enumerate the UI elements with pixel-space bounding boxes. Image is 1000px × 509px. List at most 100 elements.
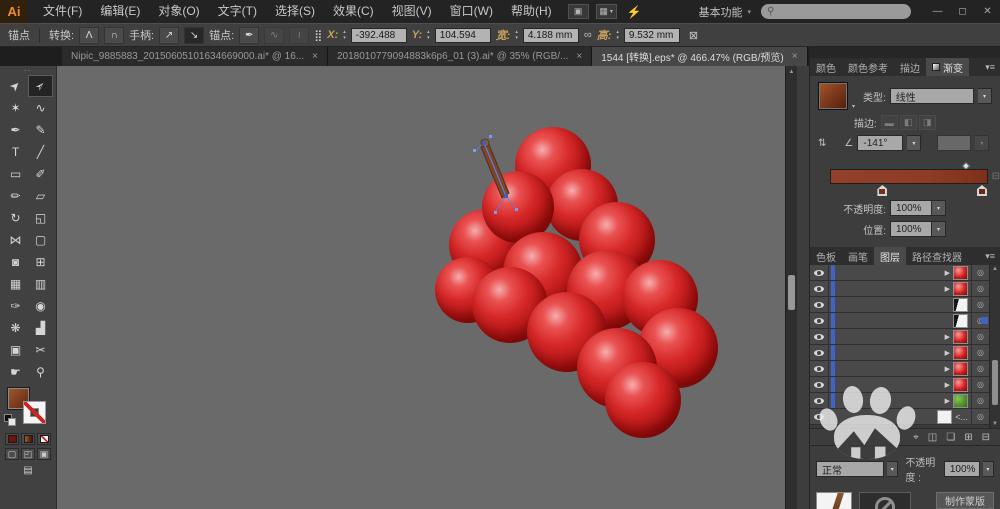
height-field[interactable]: 9.532 mm xyxy=(623,27,680,43)
scrollbar-thumb[interactable] xyxy=(992,360,998,405)
gradient-fill-swatch[interactable] xyxy=(818,82,848,110)
lasso-tool[interactable]: ∿ xyxy=(28,97,53,119)
gradient-panel-tab-3[interactable]: 渐变 xyxy=(926,58,969,76)
layers-panel-tab-0[interactable]: 色板 xyxy=(810,247,842,265)
visibility-toggle[interactable] xyxy=(810,297,829,312)
visibility-toggle[interactable] xyxy=(810,329,829,344)
stop-opacity-field[interactable]: 100% xyxy=(890,200,932,216)
handle-point[interactable] xyxy=(473,149,476,152)
layer-row[interactable]: ▶ ◎ xyxy=(810,393,989,409)
type-tool[interactable]: T xyxy=(3,141,28,163)
opacity-field[interactable]: 100% xyxy=(943,461,980,477)
chevron-down-icon[interactable]: ▾ xyxy=(978,88,992,104)
menu-item[interactable]: 选择(S) xyxy=(266,0,324,23)
y-field[interactable]: 104.594 xyxy=(434,27,491,43)
scroll-up-icon[interactable]: ▲ xyxy=(990,265,1000,273)
blend-mode-select[interactable]: 正常 xyxy=(816,461,885,477)
gradient-panel-tab-0[interactable]: 颜色 xyxy=(810,58,842,76)
expand-triangle-icon[interactable]: ▶ xyxy=(945,269,950,277)
connect-path-button[interactable]: ∿ xyxy=(264,26,285,44)
eraser-tool[interactable]: ▱ xyxy=(28,185,53,207)
visibility-toggle[interactable] xyxy=(810,281,829,296)
locate-object-icon[interactable]: ⌖ xyxy=(913,432,919,443)
layer-thumbnail[interactable] xyxy=(953,377,968,392)
delete-stop-icon[interactable]: ⊟ xyxy=(992,171,1000,182)
layer-row[interactable]: ▶ ◎ xyxy=(810,265,989,281)
artboard-tool[interactable]: ▣ xyxy=(3,339,28,361)
layers-panel-tab-3[interactable]: 路径查找器 xyxy=(906,247,968,265)
gradient-type-select[interactable]: 线性 xyxy=(889,88,974,104)
stroke-gradient-style-button[interactable]: ◧ xyxy=(899,115,917,130)
magic-wand-tool[interactable]: ✶ xyxy=(3,97,28,119)
handle-point[interactable] xyxy=(489,135,492,138)
make-clip-mask-icon[interactable]: ◫ xyxy=(928,432,937,443)
layer-row[interactable]: ▶ ◎ xyxy=(810,345,989,361)
layer-thumbnail[interactable] xyxy=(953,281,968,296)
visibility-toggle[interactable] xyxy=(810,361,829,376)
hand-tool[interactable]: ☛ xyxy=(3,361,28,383)
symbol-sprayer-tool[interactable]: ❋ xyxy=(3,317,28,339)
expand-triangle-icon[interactable]: ▶ xyxy=(945,333,950,341)
layer-row[interactable]: ◎ xyxy=(810,313,989,329)
x-stepper[interactable]: ▴ ▾ xyxy=(343,29,346,41)
gradient-panel-tab-2[interactable]: 描边 xyxy=(894,58,926,76)
document-tab[interactable]: 1544 [转换].eps* @ 466.47% (RGB/预览) × xyxy=(592,47,808,66)
free-transform-tool[interactable]: ▢ xyxy=(28,229,53,251)
menu-item[interactable]: 文字(T) xyxy=(209,0,266,23)
selection-tool[interactable]: ➤ xyxy=(3,75,28,97)
expand-triangle-icon[interactable]: ▶ xyxy=(945,349,950,357)
line-segment-tool[interactable]: ╱ xyxy=(28,141,53,163)
show-handles-button[interactable]: ↗ xyxy=(159,26,180,44)
artboard-canvas[interactable]: ▲ xyxy=(57,66,797,509)
expand-triangle-icon[interactable]: ▶ xyxy=(945,397,950,405)
pencil-tool[interactable]: ✏ xyxy=(3,185,28,207)
convert-smooth-button[interactable]: ∩ xyxy=(104,26,125,44)
x-field[interactable]: -392.488 xyxy=(350,27,407,43)
draw-normal-button[interactable]: ▢ xyxy=(5,448,19,460)
rectangle-tool[interactable]: ▭ xyxy=(3,163,28,185)
gradient-angle-field[interactable]: -141° xyxy=(857,135,904,151)
screen-mode-button[interactable]: ▤ xyxy=(0,465,56,476)
layer-row[interactable]: ▶ ◎ xyxy=(810,361,989,377)
layers-panel-tab-1[interactable]: 画笔 xyxy=(842,247,874,265)
document-tab[interactable]: 2018010779094883k6p6_01 (3).ai* @ 35% (R… xyxy=(327,47,593,66)
link-dimensions-icon[interactable]: ∞ xyxy=(584,29,592,41)
convert-corner-button[interactable]: Λ xyxy=(79,26,100,44)
expand-triangle-icon[interactable]: ▶ xyxy=(945,381,950,389)
color-button[interactable] xyxy=(5,433,19,445)
document-tab[interactable]: Nipic_9885883_20150605101634669000.ai* @… xyxy=(62,47,328,66)
chevron-down-icon[interactable]: ▾ xyxy=(975,135,990,151)
target-circle-icon[interactable]: ◎ xyxy=(971,409,989,424)
anchor-point[interactable] xyxy=(482,141,486,145)
layer-thumbnail[interactable] xyxy=(953,345,968,360)
visibility-toggle[interactable] xyxy=(810,393,829,408)
expand-triangle-icon[interactable]: ▶ xyxy=(945,365,950,373)
layer-thumbnail[interactable] xyxy=(953,361,968,376)
visibility-toggle[interactable] xyxy=(810,313,829,328)
cut-path-button[interactable]: ≀ xyxy=(289,26,310,44)
menu-item[interactable]: 效果(C) xyxy=(324,0,383,23)
layer-thumbnail[interactable] xyxy=(953,329,968,344)
reverse-gradient-icon[interactable]: ⇅ xyxy=(818,138,826,149)
rotate-tool[interactable]: ↻ xyxy=(3,207,28,229)
gradient-bar[interactable] xyxy=(830,169,988,184)
target-circle-icon[interactable]: ◎ xyxy=(971,393,989,408)
visibility-toggle[interactable] xyxy=(810,377,829,392)
workspace-switcher[interactable]: 基本功能 ▾ xyxy=(688,4,761,20)
mask-thumbnail-slot[interactable] xyxy=(859,492,911,509)
gradient-stop[interactable] xyxy=(877,185,888,196)
gradient-button[interactable] xyxy=(21,433,35,445)
new-sublayer-icon[interactable]: ❏ xyxy=(946,432,955,443)
target-circle-icon[interactable]: ◎ xyxy=(971,377,989,392)
tab-close-icon[interactable]: × xyxy=(576,51,582,62)
scroll-down-icon[interactable]: ▼ xyxy=(990,420,1000,428)
draw-behind-button[interactable]: ◰ xyxy=(21,448,35,460)
layer-thumbnail[interactable] xyxy=(953,393,968,408)
pen-tool[interactable]: ✒ xyxy=(3,119,28,141)
target-circle-icon[interactable]: ◎ xyxy=(971,297,989,312)
height-stepper[interactable]: ▴ ▾ xyxy=(616,29,619,41)
width-tool[interactable]: ⋈ xyxy=(3,229,28,251)
menu-item[interactable]: 窗口(W) xyxy=(441,0,502,23)
target-circle-icon[interactable]: ◎ xyxy=(971,281,989,296)
chevron-down-icon[interactable]: ▾ xyxy=(887,461,899,477)
